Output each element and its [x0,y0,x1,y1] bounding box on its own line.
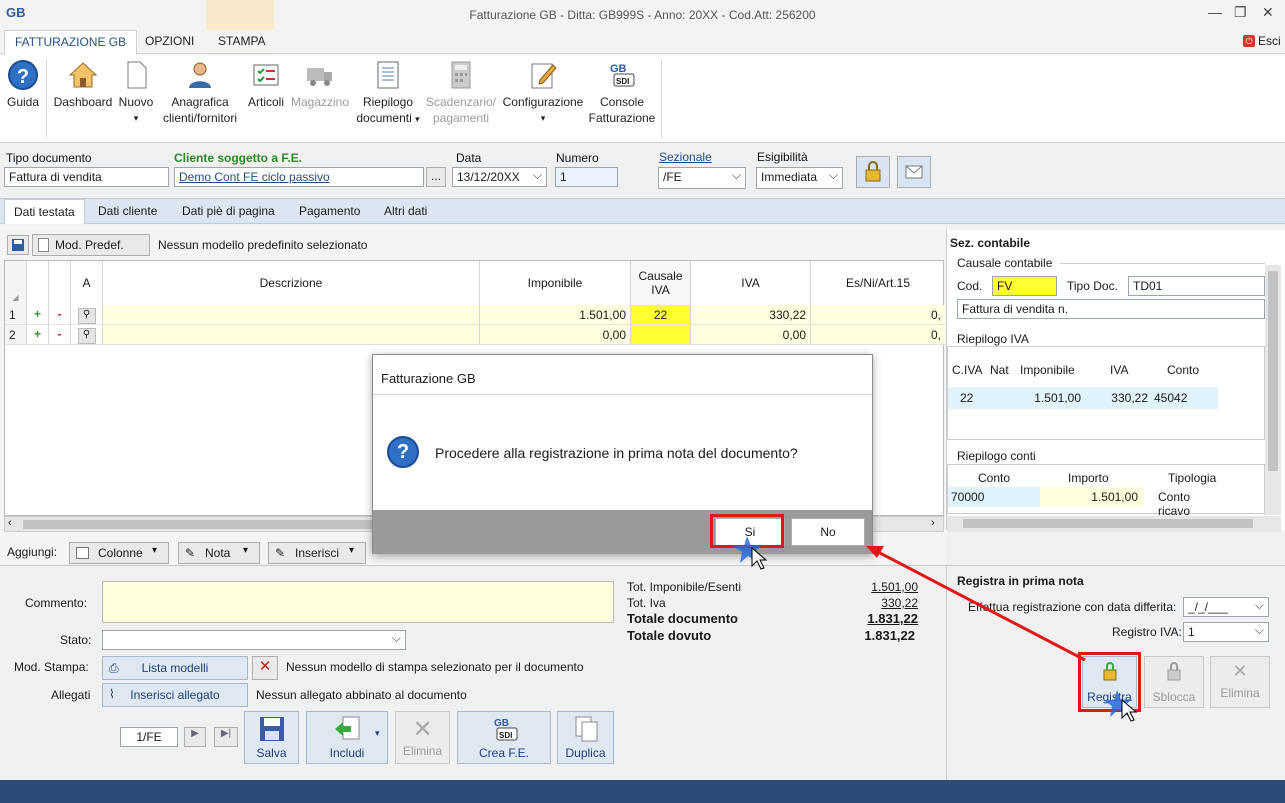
arrow-head-icon [866,546,884,558]
annotation-overlay [733,536,1138,722]
click-burst-icon [1103,690,1138,722]
status-bar [0,780,1285,803]
annotation-arrow [877,550,1086,662]
click-burst-icon [733,536,768,570]
